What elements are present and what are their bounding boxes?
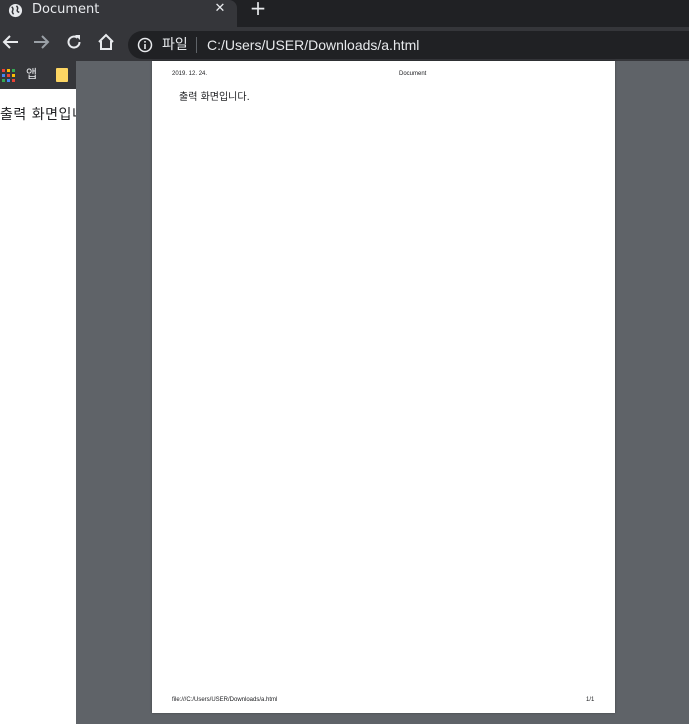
back-button[interactable] — [0, 33, 22, 55]
preview-page: 2019. 12. 24. Document 출력 화면입니다. file://… — [152, 61, 615, 713]
tab-strip: Document ✕ + — [0, 0, 689, 27]
tab-document[interactable]: Document ✕ — [0, 0, 237, 27]
new-tab-button[interactable]: + — [249, 0, 267, 18]
forward-button[interactable] — [30, 33, 52, 55]
forward-arrow-icon — [32, 33, 50, 55]
address-bar[interactable]: 파일 C:/Users/USER/Downloads/a.html — [128, 31, 689, 59]
home-icon — [97, 33, 115, 55]
tab-title: Document — [32, 2, 100, 17]
header-title: Document — [399, 71, 427, 77]
browser-window: Document ✕ + 파일 C:/Users/USER/Downloads/… — [0, 0, 689, 724]
back-arrow-icon — [2, 33, 20, 55]
file-chip: 파일 — [162, 37, 188, 53]
apps-grid-icon[interactable] — [2, 68, 16, 82]
info-icon[interactable] — [137, 37, 153, 53]
footer-page-number: 1/1 — [586, 697, 595, 703]
preview-body-text: 출력 화면입니다. — [179, 92, 250, 103]
footer-url: file:///C:/Users/USER/Downloads/a.html — [172, 697, 278, 703]
bookmarks-bar: 앱 — [0, 61, 76, 89]
home-button[interactable] — [95, 33, 117, 55]
print-preview-area: 2019. 12. 24. Document 출력 화면입니다. file://… — [76, 61, 689, 724]
chip-divider — [196, 37, 197, 53]
reload-icon — [65, 33, 83, 55]
toolbar: 파일 C:/Users/USER/Downloads/a.html — [0, 27, 689, 61]
globe-icon — [8, 3, 23, 18]
bookmark-folder-icon[interactable] — [56, 68, 68, 82]
reload-button[interactable] — [63, 33, 85, 55]
header-date: 2019. 12. 24. — [172, 71, 208, 77]
tab-close-button[interactable]: ✕ — [212, 0, 228, 18]
apps-label[interactable]: 앱 — [26, 66, 37, 82]
url-text[interactable]: C:/Users/USER/Downloads/a.html — [207, 36, 419, 54]
